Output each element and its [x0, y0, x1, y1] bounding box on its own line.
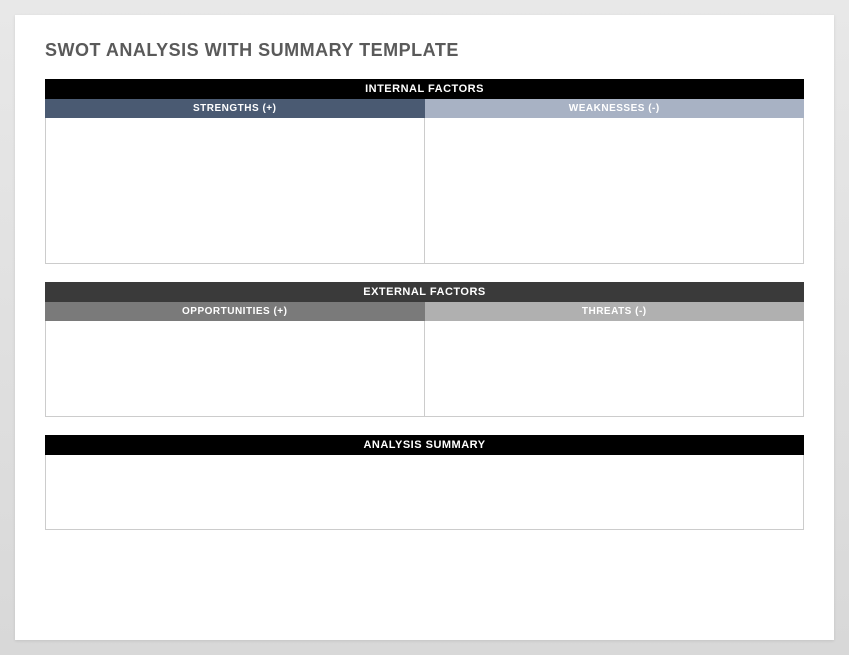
summary-header: ANALYSIS SUMMARY — [45, 435, 804, 455]
weaknesses-cell[interactable] — [425, 118, 803, 263]
external-factors-section: EXTERNAL FACTORS OPPORTUNITIES (+) THREA… — [45, 282, 804, 417]
internal-content-row — [45, 118, 804, 264]
opportunities-header: OPPORTUNITIES (+) — [45, 302, 425, 321]
threats-header: THREATS (-) — [425, 302, 805, 321]
opportunities-cell[interactable] — [46, 321, 425, 416]
internal-factors-section: INTERNAL FACTORS STRENGTHS (+) WEAKNESSE… — [45, 79, 804, 264]
internal-headers-row: STRENGTHS (+) WEAKNESSES (-) — [45, 99, 804, 118]
internal-factors-header: INTERNAL FACTORS — [45, 79, 804, 99]
strengths-cell[interactable] — [46, 118, 425, 263]
document-title: SWOT ANALYSIS WITH SUMMARY TEMPLATE — [45, 40, 804, 61]
external-content-row — [45, 321, 804, 417]
weaknesses-header: WEAKNESSES (-) — [425, 99, 805, 118]
external-headers-row: OPPORTUNITIES (+) THREATS (-) — [45, 302, 804, 321]
threats-cell[interactable] — [425, 321, 803, 416]
external-factors-header: EXTERNAL FACTORS — [45, 282, 804, 302]
strengths-header: STRENGTHS (+) — [45, 99, 425, 118]
document-page: SWOT ANALYSIS WITH SUMMARY TEMPLATE INTE… — [15, 15, 834, 640]
summary-cell[interactable] — [45, 455, 804, 530]
summary-section: ANALYSIS SUMMARY — [45, 435, 804, 530]
